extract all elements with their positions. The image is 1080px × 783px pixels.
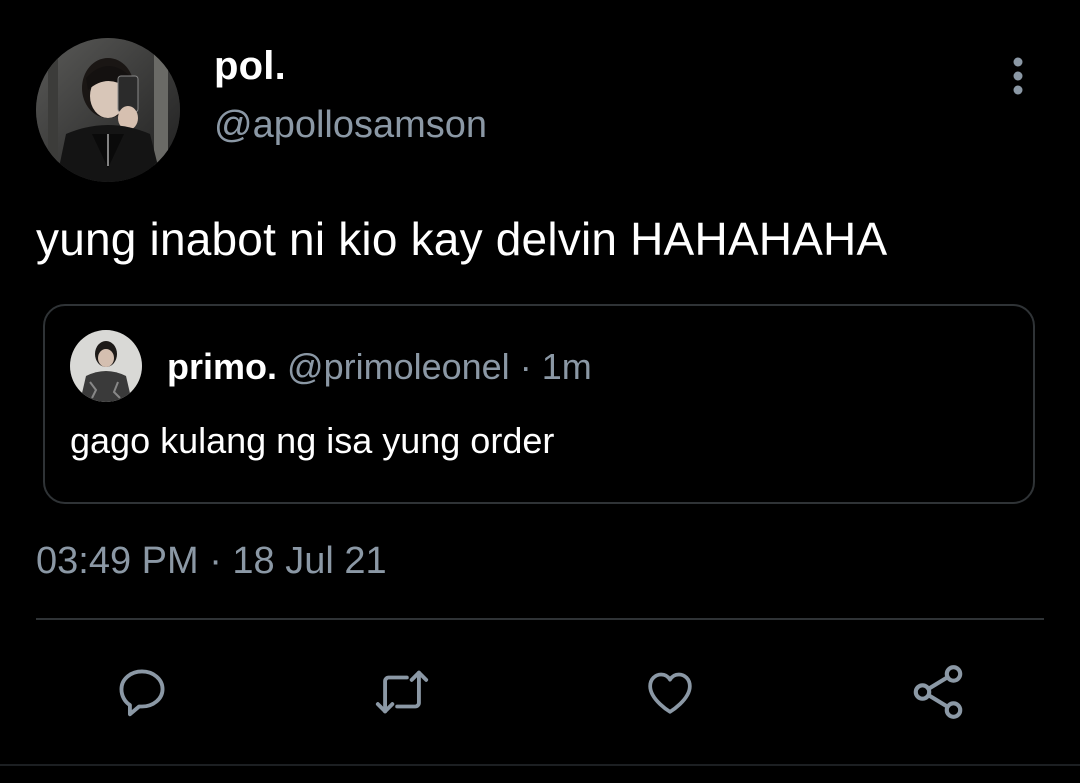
quoted-tweet-header: primo. @primoleonel · 1m [167, 346, 592, 388]
bottom-divider [0, 764, 1080, 766]
quoted-time: 1m [541, 346, 592, 387]
quoted-tweet-card[interactable]: primo. @primoleonel · 1m gago kulang ng … [43, 304, 1035, 504]
share-icon [907, 661, 969, 723]
author-avatar[interactable] [36, 38, 180, 182]
like-button[interactable] [638, 660, 702, 724]
retweet-icon [371, 663, 433, 721]
tweet-detail: pol. @apollosamson yung inabot ni kio ka… [0, 0, 1080, 783]
reply-button[interactable] [110, 660, 174, 724]
quoted-handle: @primoleonel [287, 346, 510, 387]
quoted-tweet-text: gago kulang ng isa yung order [70, 420, 555, 461]
author-handle[interactable]: @apollosamson [214, 104, 487, 147]
tweet-text: yung inabot ni kio kay delvin HAHAHAHA [36, 213, 888, 265]
quoted-display-name: primo. [167, 346, 278, 387]
share-button[interactable] [906, 660, 970, 724]
divider [36, 618, 1044, 620]
tweet-timestamp[interactable]: 03:49 PM · 18 Jul 21 [36, 540, 387, 583]
author-display-name[interactable]: pol. [214, 44, 286, 89]
reply-icon [113, 663, 171, 721]
more-options-icon[interactable] [996, 52, 1040, 100]
heart-icon [640, 664, 700, 720]
retweet-button[interactable] [370, 660, 434, 724]
quoted-separator: · [519, 346, 532, 387]
quoted-author-avatar [70, 330, 142, 402]
